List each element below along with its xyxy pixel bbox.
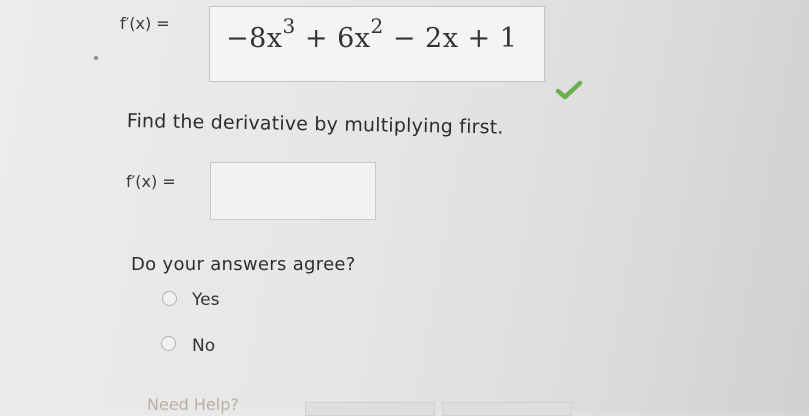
radio-yes[interactable] xyxy=(162,291,177,306)
derivative-answer-input[interactable] xyxy=(210,162,376,220)
term-2: + 6x xyxy=(304,23,371,54)
derivative-label: f′(x) = xyxy=(120,14,170,33)
term-3: − 2x xyxy=(392,23,459,54)
bullet-dot xyxy=(94,56,98,60)
term-1-exponent: 3 xyxy=(282,14,296,38)
term-1: −8x xyxy=(226,23,283,54)
derivative-label-2: f′(x) = xyxy=(126,172,176,191)
checkmark-icon xyxy=(556,80,582,100)
radio-no[interactable] xyxy=(161,336,176,351)
question-text: Do your answers agree? xyxy=(131,254,356,275)
help-button-1[interactable] xyxy=(305,402,435,416)
option-yes-label[interactable]: Yes xyxy=(192,290,219,310)
help-button-2[interactable] xyxy=(442,402,572,416)
derivative-answer-expression: −8x3 + 6x2 − 2x + 1 xyxy=(226,14,518,54)
instruction-text: Find the derivative by multiplying first… xyxy=(126,110,504,139)
term-4: + 1 xyxy=(467,23,518,54)
option-no-label[interactable]: No xyxy=(192,336,215,356)
need-help-link[interactable]: Need Help? xyxy=(147,395,239,414)
term-2-exponent: 2 xyxy=(370,14,384,38)
